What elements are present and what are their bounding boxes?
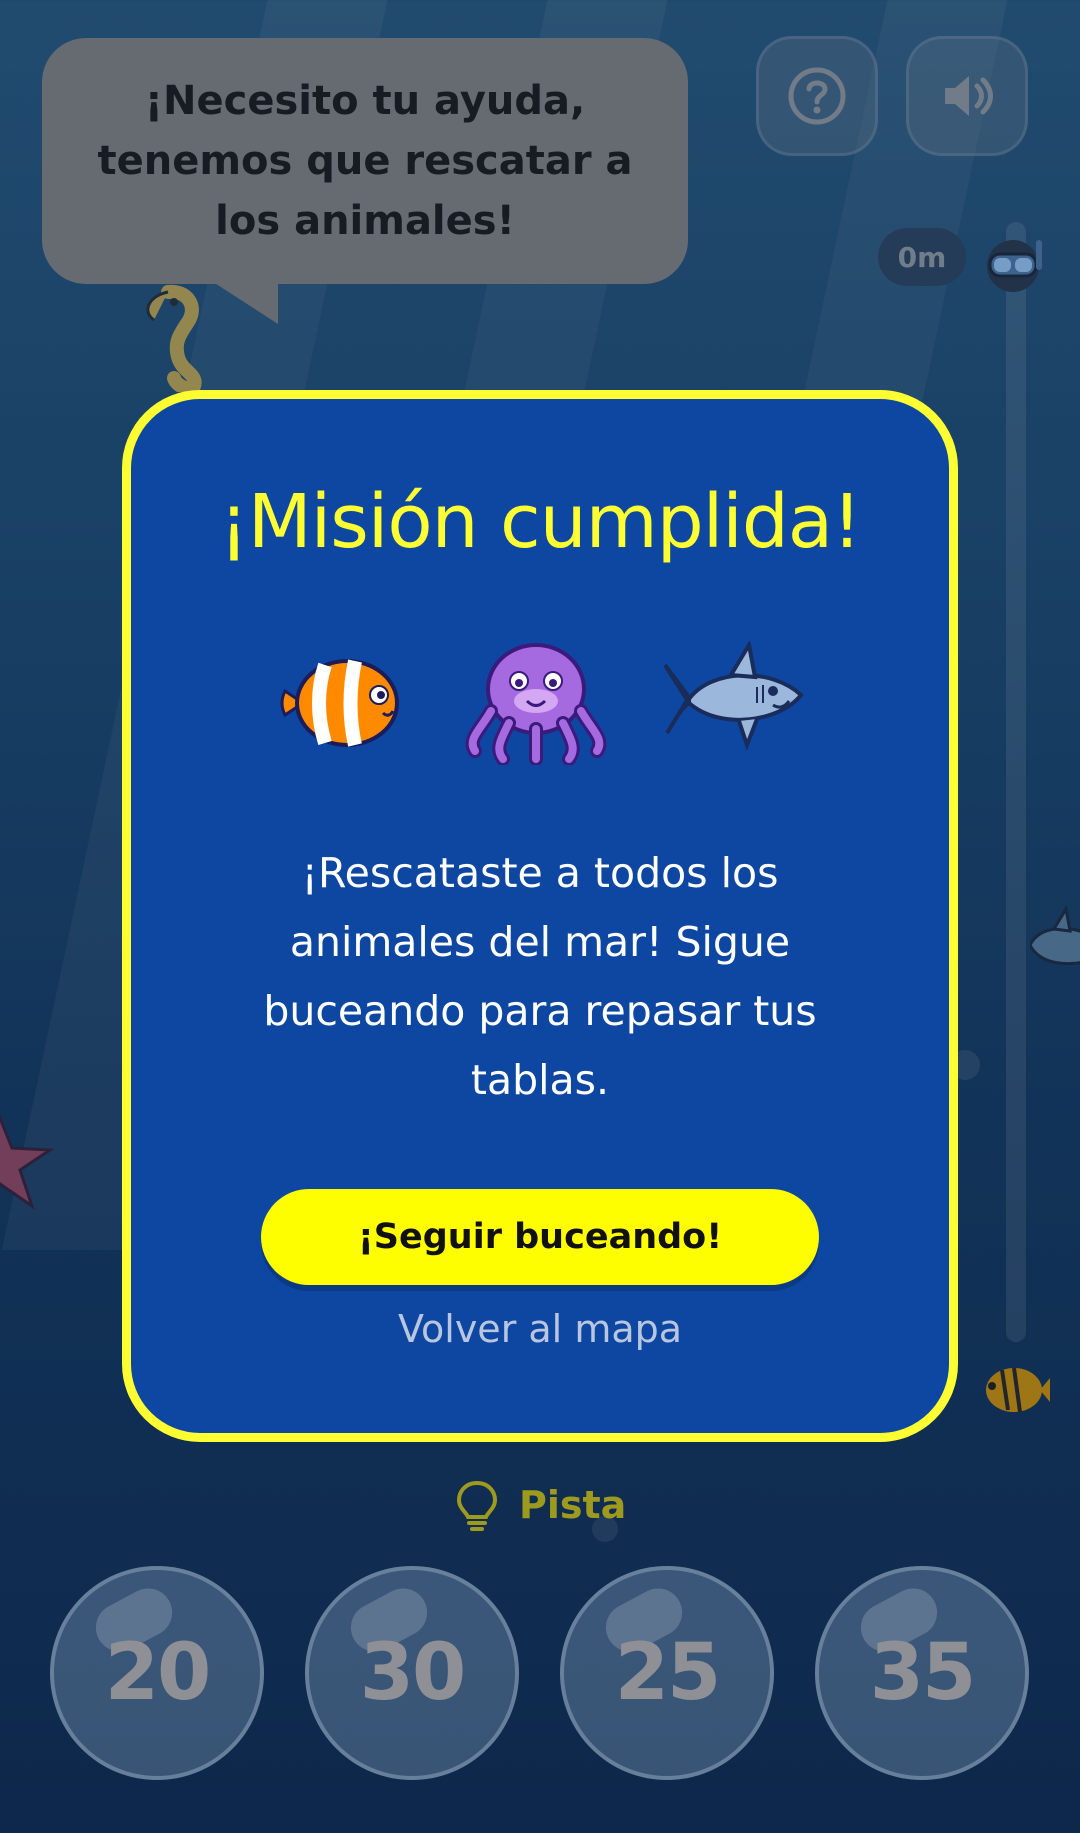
answer-bubble[interactable]: 30 bbox=[305, 1566, 519, 1780]
rescued-animals bbox=[131, 639, 949, 779]
clownfish-icon bbox=[280, 659, 399, 747]
mission-complete-dialog: ¡Misión cumplida! ¡Rescataste a todos lo… bbox=[122, 390, 958, 1442]
dialog-message: ¡Rescataste a todos los animales del mar… bbox=[263, 849, 817, 1104]
hint-button[interactable]: Pista bbox=[455, 1475, 626, 1535]
answer-bubble[interactable]: 25 bbox=[560, 1566, 774, 1780]
hint-label: Pista bbox=[519, 1483, 627, 1527]
lightbulb-icon bbox=[456, 1480, 498, 1531]
back-to-map-link[interactable]: Volver al mapa bbox=[131, 1307, 949, 1351]
answer-bubble[interactable]: 35 bbox=[815, 1566, 1029, 1780]
shark-icon bbox=[663, 641, 804, 751]
answer-bubble[interactable]: 20 bbox=[50, 1566, 264, 1780]
answer-value: 30 bbox=[359, 1628, 467, 1718]
answer-value: 35 bbox=[869, 1628, 977, 1718]
answer-value: 20 bbox=[104, 1628, 212, 1718]
continue-diving-button[interactable]: ¡Seguir buceando! bbox=[261, 1189, 819, 1285]
answer-value: 25 bbox=[614, 1628, 722, 1718]
dialog-title: ¡Misión cumplida! bbox=[219, 479, 862, 565]
octopus-icon bbox=[465, 643, 607, 765]
